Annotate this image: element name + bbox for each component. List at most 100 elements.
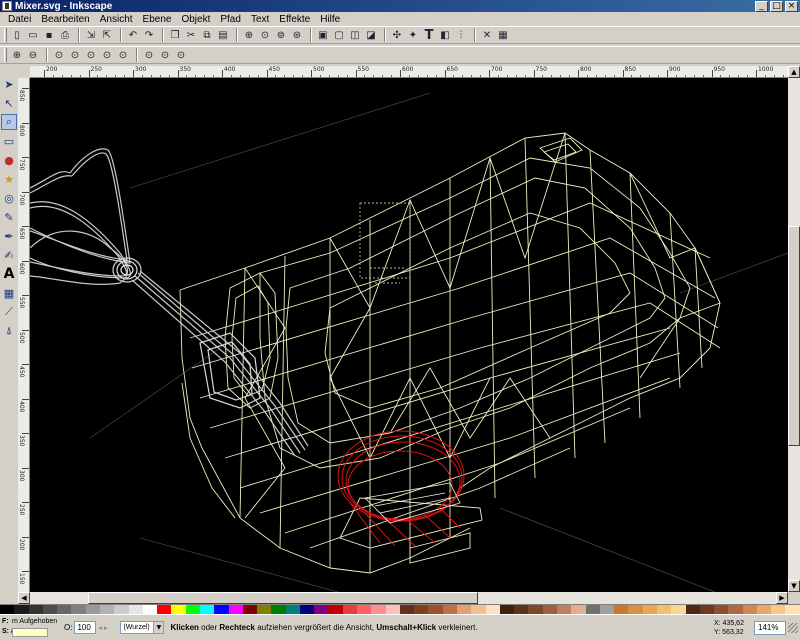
toolbar-grip[interactable]: [4, 48, 7, 62]
cut-icon[interactable]: ✂: [184, 28, 198, 42]
horizontal-scroll-thumb[interactable]: [88, 592, 478, 604]
scroll-right-icon[interactable]: ▶: [776, 592, 788, 604]
new-document-icon[interactable]: ▯: [10, 28, 24, 42]
color-swatch[interactable]: [14, 605, 29, 614]
duplicate-icon[interactable]: ❐: [168, 28, 182, 42]
horizontal-ruler[interactable]: 200 250 300 350 400 450 500 550 600 650 700 750 800 8…: [30, 66, 788, 78]
color-swatch[interactable]: [771, 605, 786, 614]
star-icon[interactable]: ★: [1, 171, 17, 187]
opacity-stepper[interactable]: ◂ ▸: [98, 621, 116, 634]
menu-datei[interactable]: Datei: [3, 14, 36, 25]
color-swatch[interactable]: [542, 605, 557, 614]
color-swatch[interactable]: [614, 605, 629, 614]
color-swatch[interactable]: [85, 605, 100, 614]
color-swatch[interactable]: [399, 605, 415, 614]
color-swatch[interactable]: [585, 605, 600, 614]
color-swatch[interactable]: [599, 605, 615, 614]
color-swatch[interactable]: [114, 605, 129, 614]
color-swatch[interactable]: [185, 605, 200, 614]
zoom-prev-icon[interactable]: ⊙: [116, 48, 130, 62]
color-swatch[interactable]: [571, 605, 586, 614]
color-swatch[interactable]: [642, 605, 657, 614]
color-swatch[interactable]: [628, 605, 643, 614]
print-icon[interactable]: ⎙: [58, 28, 72, 42]
vertical-scroll-thumb[interactable]: [788, 226, 800, 446]
gradient-icon[interactable]: ▦: [1, 285, 17, 301]
scroll-down-icon[interactable]: ▼: [788, 580, 800, 592]
color-swatch[interactable]: [28, 605, 43, 614]
color-swatch[interactable]: [485, 605, 500, 614]
chevron-down-icon[interactable]: ▼: [153, 622, 164, 633]
color-swatch[interactable]: [556, 605, 572, 614]
preferences-icon[interactable]: ▦: [496, 28, 510, 42]
color-swatch[interactable]: [157, 605, 172, 614]
paste-icon[interactable]: ▤: [216, 28, 230, 42]
unlink-icon[interactable]: ◪: [364, 28, 378, 42]
color-swatch[interactable]: [699, 605, 715, 614]
stroke-swatch[interactable]: [12, 627, 48, 637]
import-icon[interactable]: ⇲: [84, 28, 98, 42]
menu-effekte[interactable]: Effekte: [274, 14, 315, 25]
scroll-up-icon[interactable]: ▲: [788, 66, 800, 78]
color-swatch[interactable]: [314, 605, 329, 614]
color-swatch[interactable]: [199, 605, 215, 614]
opacity-input[interactable]: [74, 621, 97, 634]
menu-pfad[interactable]: Pfad: [215, 14, 246, 25]
color-swatch[interactable]: [528, 605, 543, 614]
selector-icon[interactable]: ➤: [1, 76, 17, 92]
document-properties-icon[interactable]: ✕: [480, 28, 494, 42]
zoom-next-icon[interactable]: ⊙: [142, 48, 156, 62]
zoom-1-1-icon[interactable]: ⊙: [52, 48, 66, 62]
clone-icon[interactable]: ◫: [348, 28, 362, 42]
color-swatch[interactable]: [499, 605, 515, 614]
color-swatch[interactable]: [471, 605, 486, 614]
color-swatch[interactable]: [328, 605, 343, 614]
color-swatch[interactable]: [357, 605, 372, 614]
spiral-icon[interactable]: ◎: [1, 190, 17, 206]
text-editor-icon[interactable]: T: [422, 28, 436, 43]
color-swatch[interactable]: [299, 605, 315, 614]
export-icon[interactable]: ⇱: [100, 28, 114, 42]
xml-editor-icon[interactable]: ◧: [438, 28, 452, 42]
color-swatch[interactable]: [728, 605, 743, 614]
vertical-ruler[interactable]: 850 800 750 700 650 600 550 500 450 400 350 300 250 2…: [18, 78, 30, 592]
color-swatch[interactable]: [0, 605, 15, 614]
color-swatch[interactable]: [142, 605, 158, 614]
color-swatch[interactable]: [671, 605, 686, 614]
zoom-field[interactable]: 141%: [754, 620, 786, 635]
color-swatch[interactable]: [685, 605, 700, 614]
color-swatch[interactable]: [371, 605, 386, 614]
zoom-drawing-icon[interactable]: ⊙: [258, 28, 272, 42]
fill-stroke-icon[interactable]: ✦: [406, 28, 420, 42]
color-swatch[interactable]: [128, 605, 143, 614]
ellipse-icon[interactable]: ●: [1, 152, 17, 168]
zoom-in-icon[interactable]: ⊕: [10, 48, 24, 62]
menu-ansicht[interactable]: Ansicht: [95, 14, 138, 25]
menu-ebene[interactable]: Ebene: [138, 14, 177, 25]
zoom-selection-icon[interactable]: ⊕: [242, 28, 256, 42]
text-icon[interactable]: A: [1, 266, 17, 282]
color-swatch[interactable]: [214, 605, 229, 614]
color-swatch[interactable]: [228, 605, 243, 614]
pencil-icon[interactable]: ✎: [1, 209, 17, 225]
scroll-left-icon[interactable]: ◀: [18, 592, 30, 604]
rect-icon[interactable]: ▭: [1, 133, 17, 149]
color-swatch[interactable]: [285, 605, 300, 614]
group-icon[interactable]: ▣: [316, 28, 330, 42]
node-editor-icon[interactable]: ✣: [390, 28, 404, 42]
zoom-page-icon[interactable]: ⊚: [274, 28, 288, 42]
ungroup-icon[interactable]: ▢: [332, 28, 346, 42]
vertical-scrollbar[interactable]: ▲ ▼: [788, 66, 800, 592]
zoom-fit-icon[interactable]: ⊙: [100, 48, 114, 62]
color-swatch[interactable]: [385, 605, 400, 614]
color-swatch[interactable]: [457, 605, 472, 614]
resize-grip-icon[interactable]: [788, 622, 798, 633]
fill-stroke-indicator[interactable]: F: m Aufgehoben S: a: [2, 616, 62, 640]
zoom-width-icon[interactable]: ⊛: [290, 28, 304, 42]
color-swatch[interactable]: [742, 605, 757, 614]
align-icon[interactable]: ⫶: [454, 28, 468, 42]
pen-icon[interactable]: ✒: [1, 228, 17, 244]
calligraphy-icon[interactable]: ✍: [1, 247, 17, 263]
color-swatch[interactable]: [428, 605, 443, 614]
color-swatch[interactable]: [171, 605, 186, 614]
